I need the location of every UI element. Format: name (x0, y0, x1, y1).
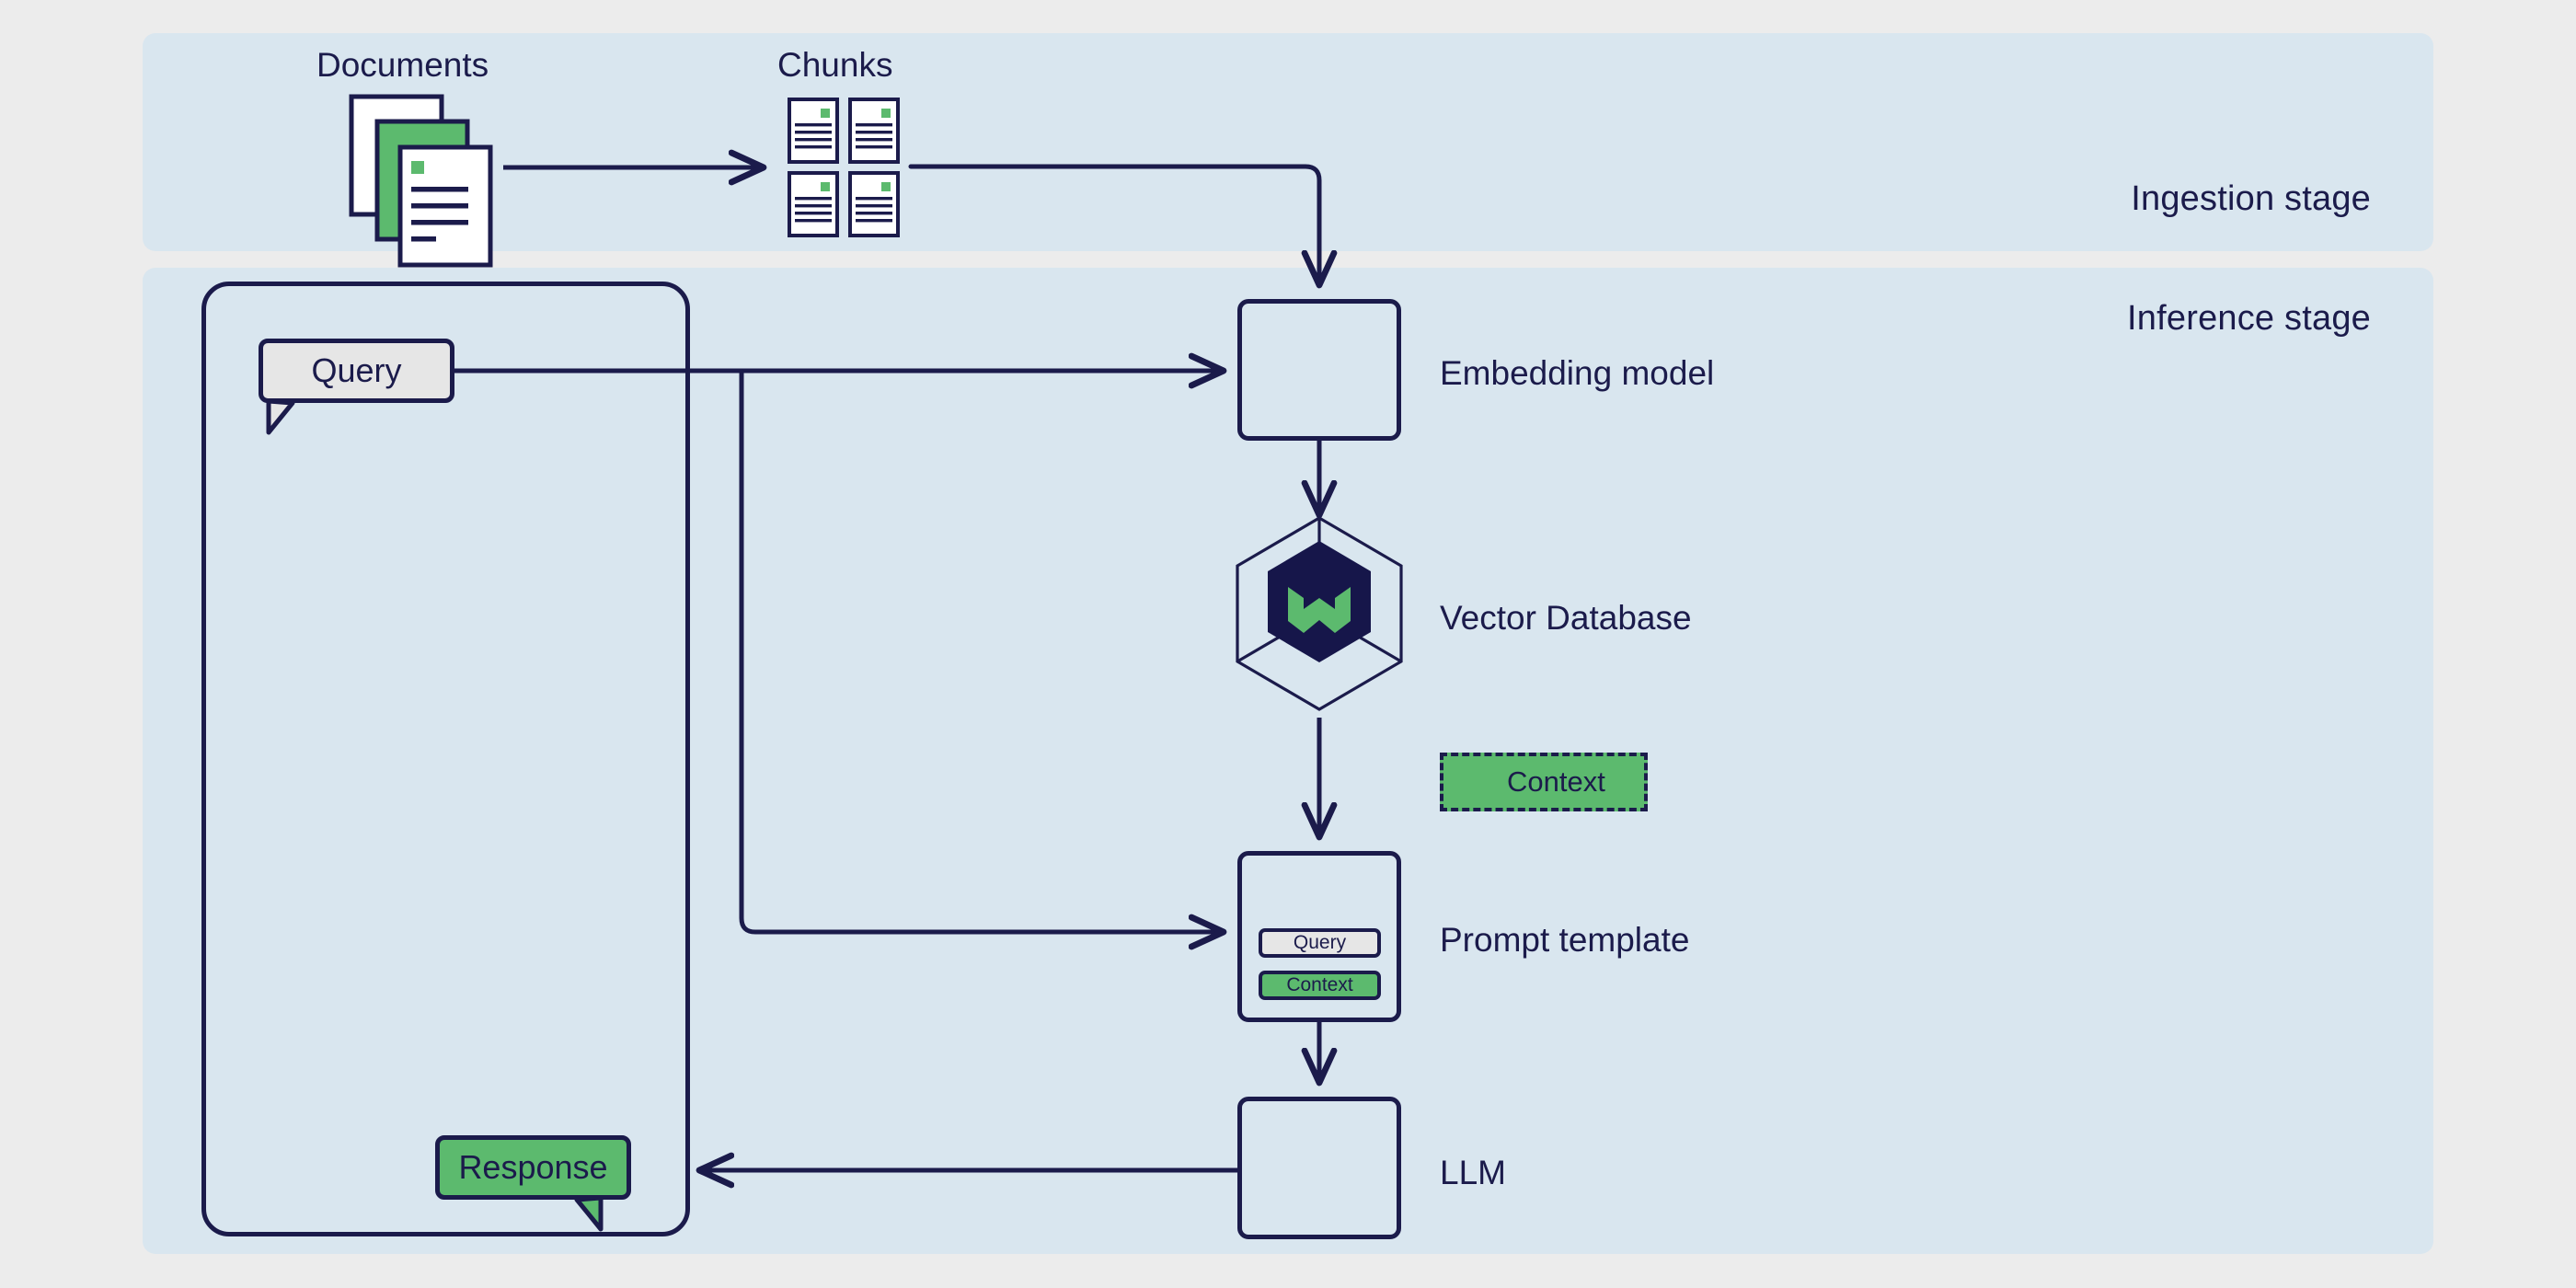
response-bubble[interactable]: Response (435, 1135, 631, 1200)
diagram-canvas: Ingestion stage Inference stage Document… (0, 0, 2576, 1288)
embedding-model-node[interactable] (1237, 299, 1401, 441)
documents-title: Documents (316, 46, 489, 84)
context-badge-label: Context (1507, 765, 1605, 798)
prompt-slot-context[interactable]: Context (1259, 971, 1381, 1000)
client-side-boundary-box (201, 282, 690, 1236)
prompt-template-label: Prompt template (1440, 921, 1690, 959)
inference-stage-label: Inference stage (2127, 299, 2371, 338)
query-bubble[interactable]: Query (259, 339, 454, 403)
context-badge[interactable]: Context (1440, 753, 1648, 811)
vector-database-label: Vector Database (1440, 599, 1692, 637)
prompt-slot-query[interactable]: Query (1259, 928, 1381, 958)
chunks-title: Chunks (777, 46, 893, 84)
embedding-model-label: Embedding model (1440, 354, 1715, 392)
ingestion-stage-label: Ingestion stage (2131, 179, 2371, 218)
llm-label: LLM (1440, 1154, 1506, 1191)
llm-node[interactable] (1237, 1097, 1401, 1239)
